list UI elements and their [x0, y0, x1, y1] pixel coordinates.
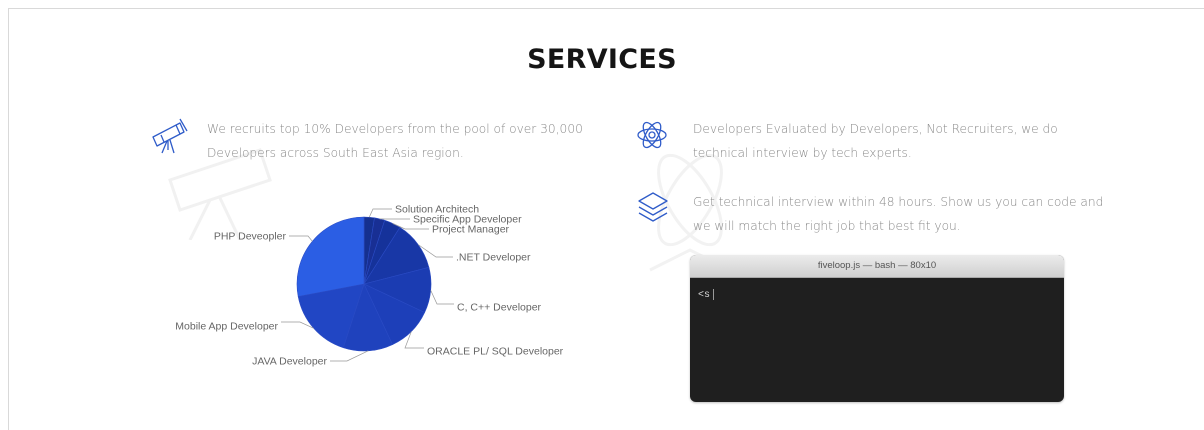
pie-leader-line	[281, 321, 314, 329]
terminal-body[interactable]: <s	[690, 278, 1064, 312]
pie-leader-line	[330, 350, 369, 362]
pie-label: ORACLE PL/ SQL Developer	[427, 346, 564, 358]
pie-label: PHP Deveopler	[214, 231, 287, 243]
pie-leader-line	[289, 235, 313, 242]
feature-evaluation-text: Developers Evaluated by Developers, Not …	[693, 117, 1113, 165]
pie-label: C, C++ Developer	[457, 302, 542, 314]
feature-line: Developers Evaluated by Developers, Not …	[693, 122, 1058, 136]
pie-label: Project Manager	[432, 224, 510, 236]
pie-leader-line	[368, 208, 392, 218]
pie-slice	[296, 216, 365, 297]
feature-interview-text: Get technical interview within 48 hours.…	[693, 190, 1133, 238]
pie-label: Mobile App Developer	[175, 321, 278, 333]
layers-icon	[638, 192, 668, 222]
pie-label: JAVA Developer	[252, 356, 327, 368]
atom-icon	[637, 121, 667, 149]
pie-leader-line	[430, 290, 454, 305]
terminal-cursor	[713, 289, 715, 300]
feature-line: Get technical interview within 48 hours.…	[693, 195, 1104, 209]
terminal-window[interactable]: fiveloop.js — bash — 80x10 <s	[690, 255, 1064, 402]
feature-line: technical interview by tech experts.	[693, 146, 912, 160]
feature-line: we will match the right job that best fi…	[693, 219, 961, 233]
developer-pie-chart: Solution ArchitechSpecific App Developer…	[175, 204, 564, 368]
terminal-input-text: <s	[698, 290, 711, 302]
terminal-title-bar: fiveloop.js — bash — 80x10	[690, 255, 1064, 278]
pie-label: .NET Developer	[456, 252, 531, 264]
